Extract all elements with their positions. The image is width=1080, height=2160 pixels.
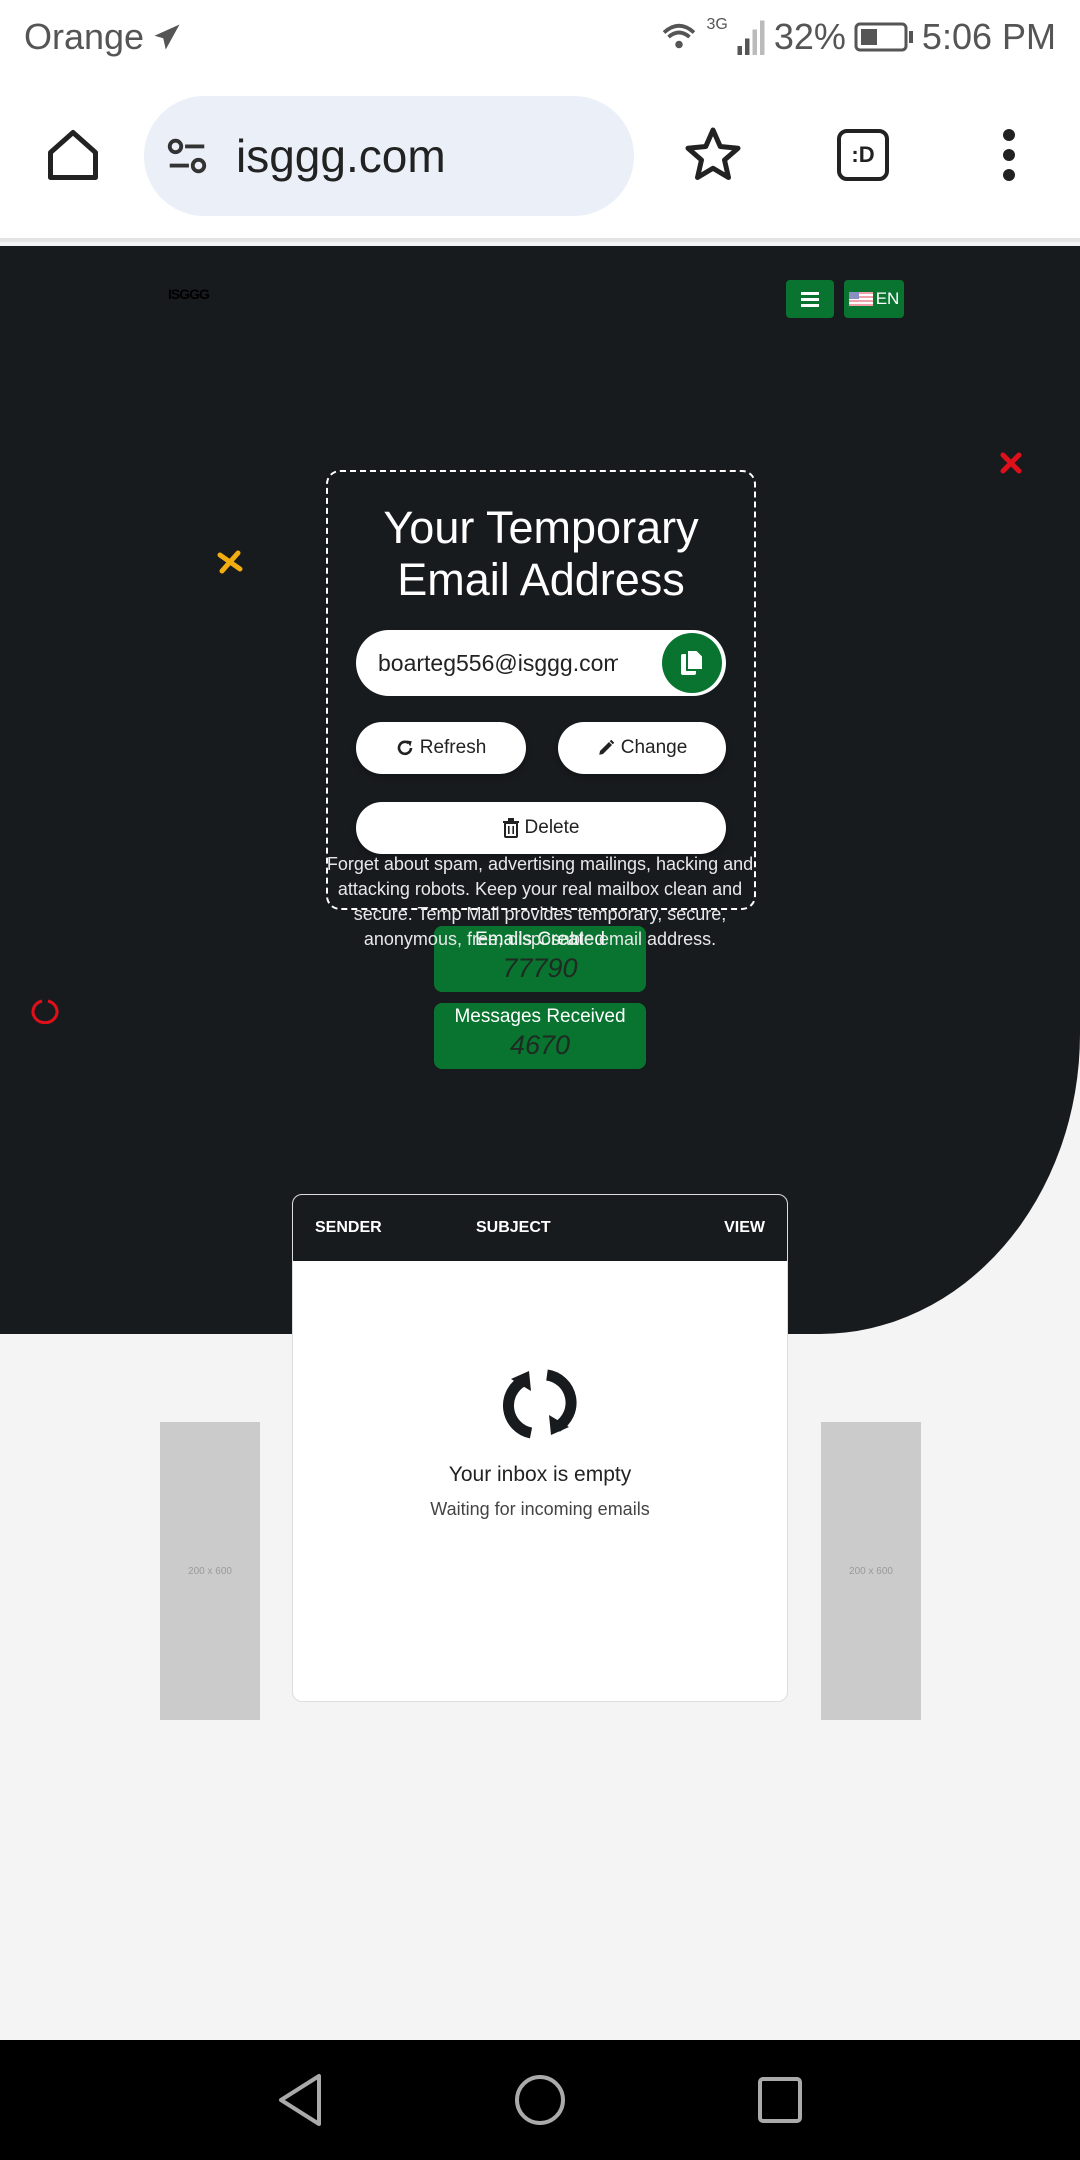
column-sender: SENDER [315, 1219, 382, 1236]
telegram-icon [154, 24, 180, 50]
trash-icon [502, 818, 519, 838]
signal-icon [737, 20, 765, 55]
inbox-empty-subtitle: Waiting for incoming emails [430, 1499, 650, 1519]
copy-email-button[interactable] [662, 633, 722, 693]
card-title-line2: Email Address [397, 554, 685, 605]
wifi-icon [662, 23, 695, 49]
battery-percent: 32% [773, 16, 846, 57]
stat-messages-received: Messages Received 4670 [434, 1003, 646, 1069]
ad-size-label: 200 x 600 [849, 1565, 893, 1577]
refresh-button[interactable]: Refresh [356, 722, 526, 774]
refresh-icon [397, 740, 413, 756]
email-address-field[interactable]: boarteg556@isggg.com [356, 630, 726, 696]
site-settings-icon [167, 138, 207, 174]
browser-toolbar: isggg.com :D [0, 76, 1080, 242]
network-type: 3G [706, 16, 728, 33]
tab-switcher-icon: :D [837, 129, 889, 181]
refresh-label: Refresh [419, 737, 487, 758]
ad-size-label: 200 x 600 [188, 1565, 232, 1577]
menu-toggle-button[interactable] [786, 280, 834, 318]
ad-banner-right[interactable]: 200 x 600 [821, 1422, 921, 1720]
ad-banner-left[interactable]: 200 x 600 [160, 1422, 260, 1720]
back-button[interactable] [270, 2068, 330, 2132]
column-subject: SUBJECT [476, 1219, 551, 1236]
copy-icon [681, 649, 704, 675]
recents-button[interactable] [750, 2068, 810, 2132]
stat-value: 77790 [502, 953, 578, 983]
bookmark-button[interactable] [678, 120, 748, 190]
battery-icon [854, 22, 913, 52]
stat-value: 4670 [509, 1030, 571, 1060]
carrier-name: Orange [24, 16, 145, 57]
sync-icon [502, 1369, 577, 1439]
home-button[interactable] [38, 120, 108, 190]
delete-button[interactable]: Delete [356, 802, 726, 854]
home-nav-button[interactable] [510, 2068, 570, 2132]
web-page: ISGGG EN Your Temporary Email Address bo… [0, 246, 1080, 2040]
system-nav-bar [0, 2040, 1080, 2160]
pencil-icon [598, 739, 614, 755]
home-circle-icon [515, 2075, 565, 2125]
delete-label: Delete [524, 817, 580, 838]
hamburger-icon [801, 292, 819, 307]
url-text: isggg.com [236, 130, 446, 182]
card-title: Your Temporary Email Address [328, 502, 754, 606]
card-title-line1: Your Temporary [383, 502, 699, 553]
hero-section: ISGGG EN Your Temporary Email Address bo… [0, 246, 1080, 1334]
inbox-empty-title: Your inbox is empty [448, 1463, 632, 1486]
column-view: VIEW [724, 1219, 765, 1236]
decorative-circle-icon [31, 999, 59, 1025]
us-flag-icon [848, 292, 873, 306]
decorative-x-yellow-icon [217, 550, 243, 574]
status-bar: Orange 3G 32% 5:06 PM [0, 0, 1080, 76]
change-button[interactable]: Change [558, 722, 726, 774]
inbox-table: SENDER SUBJECT VIEW Your inbox is empty … [292, 1194, 788, 1702]
language-selector[interactable]: EN [844, 280, 904, 318]
email-address-value[interactable]: boarteg556@isggg.com [378, 650, 618, 677]
stat-label: Messages Received [454, 1006, 626, 1027]
more-vert-icon [1003, 129, 1015, 181]
tab-switcher-button[interactable]: :D [828, 120, 898, 190]
site-description: Forget about spam, advertising mailings,… [326, 854, 754, 949]
back-triangle-icon [279, 2074, 321, 2126]
clock: 5:06 PM [921, 16, 1056, 57]
home-icon [48, 130, 98, 180]
change-label: Change [620, 737, 688, 758]
browser-menu-button[interactable] [974, 120, 1044, 190]
language-code: EN [875, 289, 900, 308]
recents-square-icon [758, 2077, 802, 2123]
decorative-x-red-icon [1000, 452, 1022, 474]
star-icon [685, 127, 741, 180]
temp-email-card: Your Temporary Email Address boarteg556@… [326, 470, 756, 910]
inbox-header: SENDER SUBJECT VIEW [293, 1195, 787, 1261]
site-logo[interactable]: ISGGG [168, 286, 210, 302]
address-bar[interactable]: isggg.com [144, 96, 634, 216]
